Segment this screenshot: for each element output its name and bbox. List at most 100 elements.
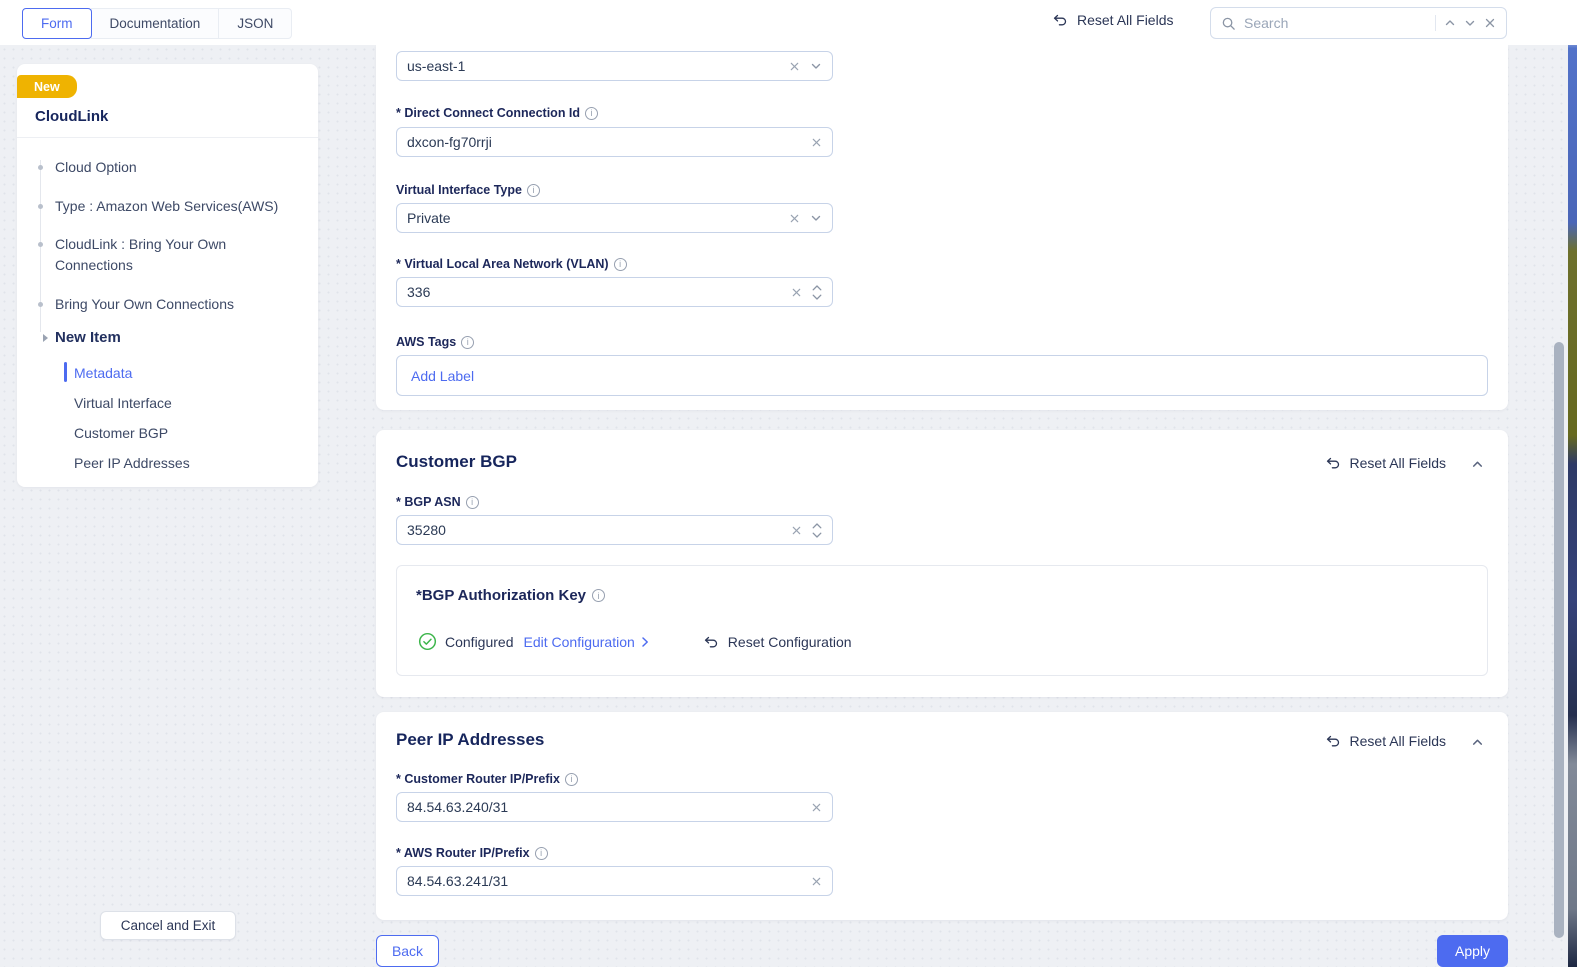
customer-bgp-reset-label: Reset All Fields [1350, 455, 1446, 471]
bgp-asn-label: * BGP ASN [396, 495, 479, 509]
vlan-input[interactable] [407, 284, 781, 300]
sidebar-step-byoc[interactable]: Bring Your Own Connections [55, 294, 300, 315]
virtual-interface-section: * Direct Connect Connection Id Virtual I… [376, 45, 1508, 410]
aws-router-label-text: * AWS Router IP/Prefix [396, 846, 530, 860]
reset-configuration-button[interactable]: Reset Configuration [703, 634, 852, 650]
aws-router-clear-icon[interactable] [811, 876, 822, 887]
tab-documentation[interactable]: Documentation [91, 8, 220, 39]
caret-right-icon [43, 334, 48, 342]
bgp-asn-clear-icon[interactable] [791, 525, 802, 536]
new-badge: New [17, 75, 77, 98]
region-select[interactable] [396, 51, 833, 81]
sidebar-item-virtual-interface[interactable]: Virtual Interface [74, 395, 172, 411]
add-label-button[interactable]: Add Label [411, 368, 474, 384]
sidebar-new-item[interactable]: New Item [55, 329, 121, 346]
bgp-auth-key-box: *BGP Authorization Key Configured Edit C… [396, 565, 1488, 676]
peer-ip-section: Peer IP Addresses Reset All Fields * Cus… [376, 712, 1508, 920]
undo-icon [1325, 733, 1341, 749]
info-icon[interactable] [565, 773, 578, 786]
undo-icon [703, 634, 719, 650]
vif-type-label: Virtual Interface Type [396, 183, 540, 197]
check-circle-icon [418, 632, 437, 651]
peer-ip-title: Peer IP Addresses [396, 730, 544, 750]
vlan-field[interactable] [396, 277, 833, 307]
aws-router-input[interactable] [407, 873, 801, 889]
app-root: Form Documentation JSON Reset All Fields [0, 0, 1577, 967]
info-icon[interactable] [585, 107, 598, 120]
info-icon[interactable] [592, 589, 605, 602]
region-clear-icon[interactable] [789, 61, 800, 72]
vif-type-label-text: Virtual Interface Type [396, 183, 522, 197]
vif-type-value[interactable] [407, 210, 779, 226]
search-close-icon[interactable] [1484, 17, 1496, 29]
region-chevron-down-icon[interactable] [810, 60, 822, 72]
info-icon[interactable] [614, 258, 627, 271]
undo-icon [1325, 455, 1341, 471]
search-input[interactable] [1244, 15, 1427, 31]
sidebar-item-peer-ip-addresses[interactable]: Peer IP Addresses [74, 455, 190, 471]
aws-router-field[interactable] [396, 866, 833, 896]
sidebar-item-customer-bgp[interactable]: Customer BGP [74, 425, 168, 441]
connection-id-field[interactable] [396, 127, 833, 157]
sidebar-step-cloudlink[interactable]: CloudLink : Bring Your Own Connections [55, 234, 300, 276]
bgp-asn-input[interactable] [407, 522, 781, 538]
vlan-label: * Virtual Local Area Network (VLAN) [396, 257, 627, 271]
customer-router-label-text: * Customer Router IP/Prefix [396, 772, 560, 786]
view-tabs: Form Documentation JSON [22, 8, 292, 39]
aws-tags-label: AWS Tags [396, 335, 474, 349]
vertical-scrollbar-thumb[interactable] [1554, 342, 1564, 938]
connection-id-label: * Direct Connect Connection Id [396, 106, 598, 120]
vif-type-select[interactable] [396, 203, 833, 233]
sidebar-item-metadata[interactable]: Metadata [74, 365, 132, 381]
background-window-sliver [1568, 0, 1577, 967]
chevron-right-icon [639, 636, 651, 648]
spinner-down-icon[interactable] [812, 294, 822, 300]
search-prev-icon[interactable] [1444, 17, 1456, 29]
wizard-sidebar: New CloudLink Cloud Option Type : Amazon… [17, 64, 318, 487]
vlan-label-text: * Virtual Local Area Network (VLAN) [396, 257, 609, 271]
customer-router-field[interactable] [396, 792, 833, 822]
info-icon[interactable] [466, 496, 479, 509]
spinner-up-icon[interactable] [812, 285, 822, 291]
vif-type-clear-icon[interactable] [789, 213, 800, 224]
peer-ip-collapse-icon[interactable] [1471, 736, 1484, 754]
customer-router-label: * Customer Router IP/Prefix [396, 772, 578, 786]
customer-router-input[interactable] [407, 799, 801, 815]
back-button[interactable]: Back [376, 935, 439, 967]
aws-tags-box[interactable]: Add Label [396, 355, 1488, 396]
customer-bgp-title: Customer BGP [396, 452, 517, 472]
tab-json[interactable]: JSON [218, 8, 292, 39]
customer-bgp-collapse-icon[interactable] [1471, 458, 1484, 476]
customer-router-clear-icon[interactable] [811, 802, 822, 813]
aws-tags-label-text: AWS Tags [396, 335, 456, 349]
reset-all-fields-button[interactable]: Reset All Fields [1052, 12, 1173, 28]
info-icon[interactable] [461, 336, 474, 349]
reset-all-fields-label: Reset All Fields [1077, 12, 1173, 28]
spinner-down-icon[interactable] [812, 532, 822, 538]
cancel-and-exit-button[interactable]: Cancel and Exit [100, 911, 236, 940]
sidebar-step-type[interactable]: Type : Amazon Web Services(AWS) [55, 196, 300, 217]
bgp-asn-label-text: * BGP ASN [396, 495, 461, 509]
customer-bgp-reset-button[interactable]: Reset All Fields [1325, 455, 1446, 471]
sidebar-title: CloudLink [35, 108, 108, 125]
search-box [1210, 7, 1507, 39]
apply-button[interactable]: Apply [1437, 935, 1508, 967]
search-next-icon[interactable] [1464, 17, 1476, 29]
region-select-value[interactable] [407, 58, 779, 74]
edit-configuration-link[interactable]: Edit Configuration [524, 634, 651, 650]
connection-id-clear-icon[interactable] [811, 137, 822, 148]
bgp-asn-field[interactable] [396, 515, 833, 545]
peer-ip-reset-button[interactable]: Reset All Fields [1325, 733, 1446, 749]
sidebar-step-cloud-option[interactable]: Cloud Option [55, 157, 300, 178]
sidebar-divider [17, 137, 318, 138]
vlan-clear-icon[interactable] [791, 287, 802, 298]
bgp-auth-key-status-row: Configured Edit Configuration Reset Conf… [418, 632, 852, 651]
connection-id-input[interactable] [407, 134, 801, 150]
spinner-up-icon[interactable] [812, 523, 822, 529]
info-icon[interactable] [527, 184, 540, 197]
vif-type-chevron-down-icon[interactable] [810, 212, 822, 224]
bgp-auth-key-label: *BGP Authorization Key [416, 587, 605, 604]
undo-icon [1052, 12, 1068, 28]
info-icon[interactable] [535, 847, 548, 860]
tab-form[interactable]: Form [22, 8, 92, 39]
